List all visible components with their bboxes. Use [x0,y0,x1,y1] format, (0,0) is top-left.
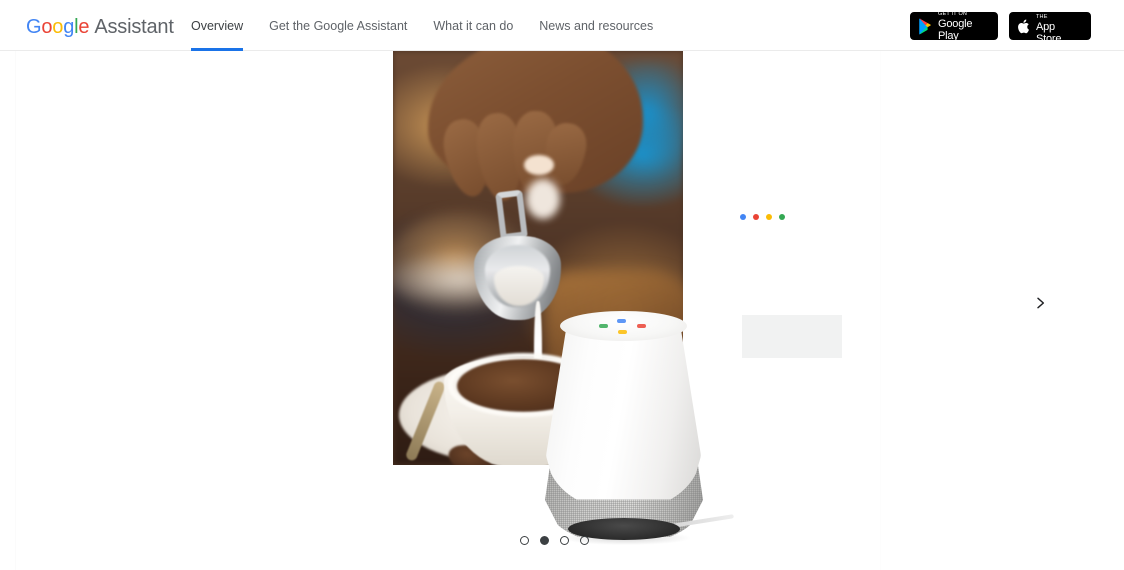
product-name: Assistant [94,16,174,38]
assistant-dots-indicator [740,214,785,220]
carousel-dot-4[interactable] [580,536,589,545]
nav-label-what-it-can-do: What it can do [433,18,514,33]
store-badges: GET IT ON Google Play Download on the Ap… [910,7,1091,45]
stage-right-edge [880,51,881,570]
device-led-green [599,324,608,328]
photo-thumbnail [524,155,554,175]
nav-label-news-and-resources: News and resources [539,18,654,33]
app-store-badge-small: Download on the [1036,7,1081,20]
carousel-pagination [520,536,589,545]
nav-item-news-and-resources[interactable]: News and resources [526,0,666,51]
stage-left-edge [15,51,16,570]
device-led-yellow [618,330,627,334]
nav-item-get-the-google-assistant[interactable]: Get the Google Assistant [256,0,420,51]
app-store-badge-big: App Store [1036,21,1062,45]
photo-blur-white [526,179,560,219]
page-root: Google Assistant Overview Get the Google … [0,0,1124,570]
main-navigation: Overview Get the Google Assistant What i… [191,0,666,51]
nav-label-overview: Overview [191,18,244,33]
google-letter-g2: g [63,16,75,38]
nav-label-get-the-google-assistant: Get the Google Assistant [269,18,408,33]
google-play-badge-small: GET IT ON [938,10,968,17]
chevron-right-icon [1037,297,1045,309]
carousel-dot-3[interactable] [560,536,569,545]
carousel-next-button[interactable] [1026,289,1054,317]
google-letter-g1: G [26,16,42,38]
assistant-dot-green [779,214,785,220]
apple-logo-icon [1018,19,1030,33]
google-wordmark: Google [26,16,90,38]
nav-item-what-it-can-do[interactable]: What it can do [420,0,526,51]
google-letter-o2: o [52,16,64,38]
device-led-red [637,324,646,328]
app-store-badge[interactable]: Download on the App Store [1009,7,1091,45]
brand-logo[interactable]: Google Assistant [26,16,174,38]
google-letter-e: e [78,16,90,38]
assistant-dot-yellow [766,214,772,220]
app-store-badge-text: Download on the App Store [1036,7,1082,45]
assistant-dot-red [753,214,759,220]
nav-item-overview[interactable]: Overview [191,0,256,51]
carousel-dot-2[interactable] [540,536,549,545]
google-play-badge-big: Google Play [938,17,973,42]
device-white-body [546,319,701,500]
google-letter-o1: o [41,16,53,38]
google-play-badge[interactable]: GET IT ON Google Play [910,11,998,42]
content-placeholder-block [742,315,842,358]
device-led-indicators [595,319,657,337]
photo-pitcher-handle [495,189,528,241]
google-play-badge-text: GET IT ON Google Play [938,11,989,42]
hero-stage [0,51,1124,570]
device-led-blue [617,319,626,323]
google-home-device [538,281,734,545]
assistant-dot-blue [740,214,746,220]
google-play-icon [919,18,931,34]
site-header: Google Assistant Overview Get the Google … [0,0,1124,51]
carousel-dot-1[interactable] [520,536,529,545]
